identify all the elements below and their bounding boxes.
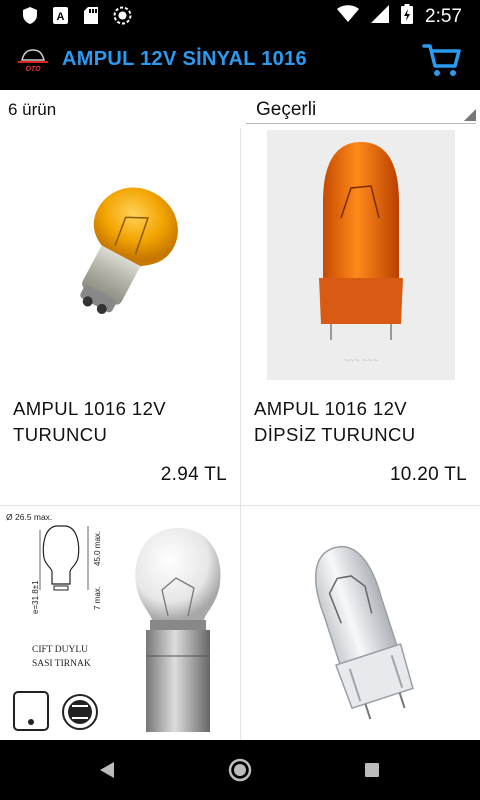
signal-icon [371, 5, 390, 28]
recents-icon[interactable] [364, 762, 380, 783]
status-bar: A 2:57 [0, 0, 480, 32]
logo-text: OTO [25, 66, 41, 73]
page-title: AMPUL 12V SİNYAL 1016 [62, 48, 307, 70]
product-count: 6 ürün [8, 100, 57, 119]
navigation-bar [0, 740, 480, 800]
product-name: AMPUL 1016 12V TURUNCU [13, 398, 167, 445]
logo: OTO [16, 46, 50, 74]
battery-icon [401, 4, 414, 29]
dim-e: e=31.8±1 [31, 580, 40, 614]
product-image: Ø 26.5 max. e=31.8±1 45.0 max. 7 max. CI… [0, 506, 240, 740]
diagram-caption-1: CIFT DUYLU [32, 645, 88, 655]
a-badge-icon: A [52, 6, 69, 30]
shield-icon [22, 6, 38, 30]
product-card[interactable]: AMPUL 1016 12V TURUNCU 2.94 TL [0, 128, 240, 506]
sd-card-icon [83, 6, 99, 30]
product-price: 2.94 TL [160, 464, 227, 485]
diagram-caption-2: SASI TIRNAK [32, 659, 91, 669]
dim-height: 45.0 max. [93, 531, 102, 566]
back-icon[interactable] [98, 760, 116, 785]
cart-icon [422, 44, 462, 82]
svg-text:~~~ ~~~: ~~~ ~~~ [344, 355, 378, 365]
list-header: 6 ürün Geçerli [0, 90, 480, 128]
product-price: 10.20 TL [389, 464, 467, 485]
sync-icon [113, 6, 132, 30]
product-image [241, 506, 480, 740]
cart-button[interactable] [422, 42, 462, 78]
dim-diameter: Ø 26.5 max. [6, 512, 52, 522]
app-bar: OTO AMPUL 12V SİNYAL 1016 [0, 32, 480, 90]
product-card[interactable]: ~~~ ~~~ AMPUL 1016 12V DİPSİZ TURUNCU 10… [240, 128, 480, 506]
product-card[interactable] [240, 506, 480, 740]
product-image [0, 128, 240, 384]
sort-value: Geçerli [256, 99, 317, 120]
wifi-icon [337, 5, 360, 28]
home-icon[interactable] [228, 758, 252, 787]
dropdown-caret-icon [464, 109, 476, 121]
clock: 2:57 [425, 5, 462, 27]
dim-base: 7 max. [93, 586, 102, 610]
product-card[interactable]: Ø 26.5 max. e=31.8±1 45.0 max. 7 max. CI… [0, 506, 240, 740]
product-grid: AMPUL 1016 12V TURUNCU 2.94 TL ~~~ ~~~ A… [0, 128, 480, 740]
svg-text:A: A [57, 11, 65, 23]
sort-dropdown[interactable]: Geçerli [246, 90, 476, 124]
product-name: AMPUL 1016 12V DİPSİZ TURUNCU [254, 398, 416, 445]
product-image: ~~~ ~~~ [241, 128, 480, 384]
